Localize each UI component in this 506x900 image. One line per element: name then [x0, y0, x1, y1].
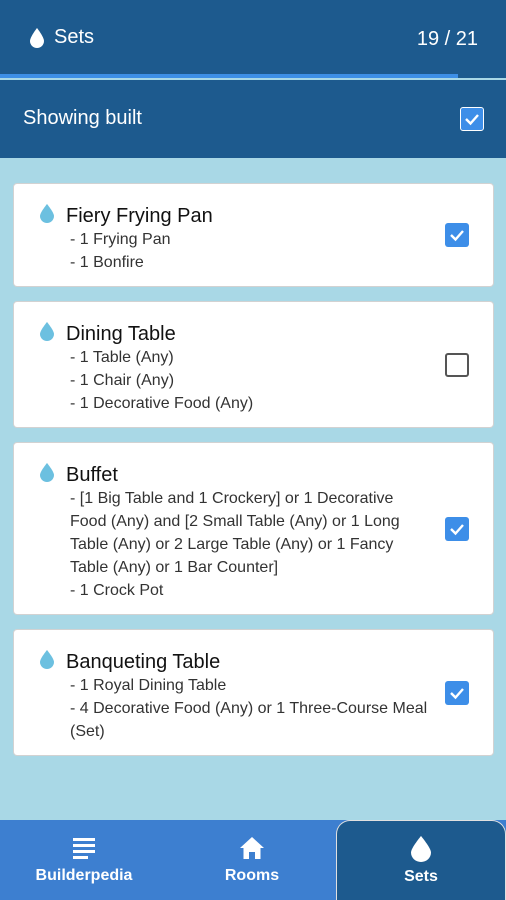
app-title-group: Sets: [30, 26, 94, 49]
built-counter: 19 / 21: [416, 28, 478, 50]
set-name: Dining Table: [66, 323, 176, 345]
set-built-checkbox[interactable]: [445, 516, 469, 541]
showing-built-label: Showing built: [23, 107, 142, 129]
check-icon: [450, 687, 464, 699]
filter-bar: Showing built: [0, 80, 506, 158]
set-built-checkbox[interactable]: [445, 680, 469, 705]
set-requirement: - 1 Decorative Food (Any): [70, 395, 254, 412]
nav-builderpedia[interactable]: Builderpedia: [0, 820, 168, 900]
list-icon: [72, 835, 96, 861]
progress-bar: [0, 74, 506, 78]
nav-rooms[interactable]: Rooms: [168, 820, 336, 900]
showing-built-checkbox[interactable]: [460, 107, 484, 131]
set-card: Banqueting Table - 1 Royal Dining Table …: [13, 629, 494, 756]
app-bar: Sets 19 / 21: [0, 0, 506, 78]
set-built-checkbox[interactable]: [445, 352, 469, 377]
set-name: Fiery Frying Pan: [66, 205, 213, 227]
set-requirement: - 1 Bonfire: [70, 254, 144, 271]
check-icon: [465, 114, 479, 126]
set-requirement: - 1 Royal Dining Table: [70, 677, 227, 694]
set-card: Fiery Frying Pan - 1 Frying Pan - 1 Bonf…: [13, 183, 494, 287]
nav-label: Rooms: [224, 867, 280, 884]
check-icon: [450, 523, 464, 535]
progress-fill: [0, 74, 458, 78]
nav-label: Sets: [404, 867, 438, 885]
nav-label: Builderpedia: [35, 867, 133, 884]
drop-icon: [40, 322, 54, 341]
set-requirement: - [1 Big Table and 1 Crockery] or 1 Deco…: [70, 490, 400, 576]
drop-icon: [40, 650, 54, 669]
set-requirement: - 1 Chair (Any): [70, 372, 175, 389]
set-list: Fiery Frying Pan - 1 Frying Pan - 1 Bonf…: [13, 183, 494, 770]
drop-icon: [40, 204, 54, 223]
set-name: Banqueting Table: [66, 651, 221, 673]
home-icon: [239, 835, 265, 861]
set-built-checkbox[interactable]: [445, 223, 469, 247]
drop-icon: [411, 835, 431, 862]
set-requirement: - 1 Crock Pot: [70, 582, 164, 599]
set-requirement: - 1 Table (Any): [70, 349, 174, 366]
set-requirement: - 4 Decorative Food (Any) or 1 Three-Cou…: [70, 700, 428, 740]
nav-sets[interactable]: Sets: [336, 820, 506, 900]
bottom-nav: Builderpedia Rooms Sets: [0, 820, 506, 900]
set-card: Dining Table - 1 Table (Any) - 1 Chair (…: [13, 301, 494, 428]
check-icon: [450, 230, 464, 242]
drop-icon: [30, 27, 44, 48]
page-title: Sets: [54, 26, 95, 48]
drop-icon: [40, 463, 54, 482]
set-requirement: - 1 Frying Pan: [70, 231, 171, 248]
set-card: Buffet - [1 Big Table and 1 Crockery] or…: [13, 442, 494, 615]
set-name: Buffet: [66, 464, 118, 486]
